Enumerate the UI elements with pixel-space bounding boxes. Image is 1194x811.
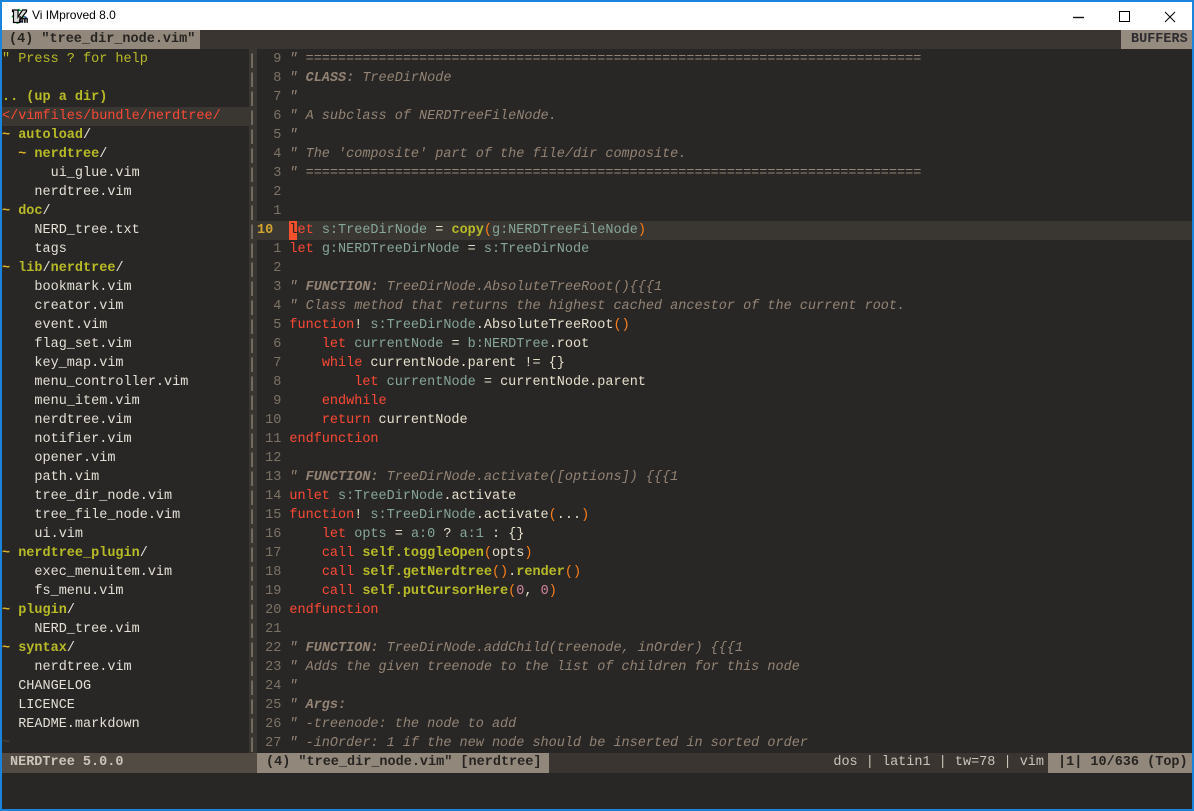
svg-text:im: im (19, 16, 28, 25)
